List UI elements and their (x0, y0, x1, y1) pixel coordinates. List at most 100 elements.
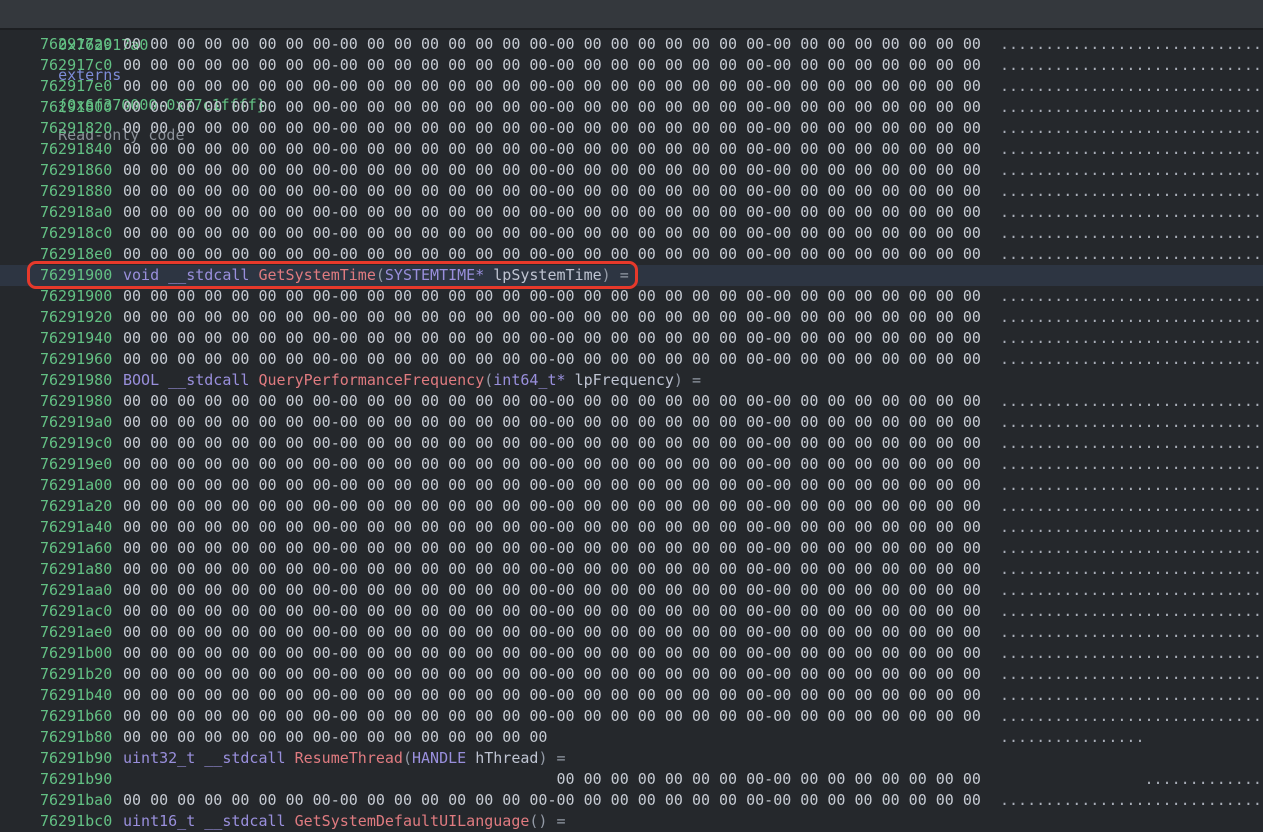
ascii-column: ................................ (1000, 580, 1263, 601)
hex-bytes: 00 00 00 00 00 00 00 00-00 00 00 00 00 0… (123, 454, 981, 475)
hex-row[interactable]: 76291b90 00 00 00 00 00 00 00 00-00 00 0… (0, 769, 1263, 790)
ascii-column: ................................ (1000, 433, 1263, 454)
signature-token-arg: hThread (475, 749, 538, 767)
ascii-column: ................................ (1000, 664, 1263, 685)
hex-row[interactable]: 7629186000 00 00 00 00 00 00 00-00 00 00… (0, 160, 1263, 181)
ascii-column: ................................ (1000, 34, 1263, 55)
function-signature-row[interactable]: 76291bc0uint16_t __stdcall GetSystemDefa… (0, 811, 1263, 832)
hex-row[interactable]: 762919c000 00 00 00 00 00 00 00-00 00 00… (0, 433, 1263, 454)
hex-row[interactable]: 762917e0 00 00 00 00 00 00 00 00-00 00 00… (0, 76, 1263, 97)
hex-bytes: 00 00 00 00 00 00 00 00-00 00 00 00 00 0… (123, 727, 547, 748)
function-signature: void __stdcall GetSystemTime(SYSTEMTIME*… (123, 265, 629, 286)
hex-row[interactable]: 76291a0000 00 00 00 00 00 00 00-00 00 00… (0, 475, 1263, 496)
row-address: 762917e0 (40, 76, 112, 97)
hex-row[interactable]: 76291ae000 00 00 00 00 00 00 00-00 00 00… (0, 622, 1263, 643)
signature-token-func: GetSystemTime (258, 266, 375, 284)
ascii-column: ................................ (1000, 706, 1263, 727)
hex-bytes-text: 00 00 00 00 00 00 00 00-00 00 00 00 00 0… (123, 413, 981, 431)
hex-bytes-text: 00 00 00 00 00 00 00 00-00 00 00 00 00 0… (123, 518, 981, 536)
hex-bytes-text: 00 00 00 00 00 00 00 00-00 00 00 00 00 0… (123, 98, 981, 116)
hex-row[interactable]: 76291ac000 00 00 00 00 00 00 00-00 00 00… (0, 601, 1263, 622)
signature-token-punct: = (620, 266, 629, 284)
signature-token-punct: ) (602, 266, 611, 284)
hex-bytes-text: 00 00 00 00 00 00 00 00-00 00 00 00 00 0… (123, 707, 981, 725)
function-signature-row[interactable]: 76291980BOOL __stdcall QueryPerformanceF… (0, 370, 1263, 391)
hex-bytes: 00 00 00 00 00 00 00 00-00 00 00 00 00 0… (123, 139, 981, 160)
row-address: 76291b40 (40, 685, 112, 706)
hex-row[interactable]: 76291aa000 00 00 00 00 00 00 00-00 00 00… (0, 580, 1263, 601)
ascii-column: ................................ (1000, 328, 1263, 349)
signature-token-type: int64_t* (493, 371, 565, 389)
ascii-column: ................ (1000, 727, 1145, 748)
signature-token-plain (547, 749, 556, 767)
function-signature: uint16_t __stdcall GetSystemDefaultUILan… (123, 811, 566, 832)
ascii-column: ................................ (1000, 643, 1263, 664)
hex-row[interactable]: 76291ba000 00 00 00 00 00 00 00-00 00 00… (0, 790, 1263, 811)
signature-token-func: GetSystemDefaultUILanguage (295, 812, 530, 830)
function-signature-row[interactable]: 76291900void __stdcall GetSystemTime(SYS… (0, 265, 1263, 286)
hex-bytes-text: 00 00 00 00 00 00 00 00-00 00 00 00 00 0… (123, 476, 981, 494)
ascii-column: ................................ (1000, 601, 1263, 622)
hex-row[interactable]: 76291a8000 00 00 00 00 00 00 00-00 00 00… (0, 559, 1263, 580)
hex-bytes-text: 00 00 00 00 00 00 00 00-00 00 00 00 00 0… (123, 392, 981, 410)
row-address: 76291b00 (40, 643, 112, 664)
hex-row[interactable]: 762919a000 00 00 00 00 00 00 00-00 00 00… (0, 412, 1263, 433)
signature-token-plain (466, 749, 475, 767)
signature-token-type: __stdcall (168, 266, 249, 284)
hex-row[interactable]: 76291a2000 00 00 00 00 00 00 00-00 00 00… (0, 496, 1263, 517)
signature-token-punct: ) (674, 371, 683, 389)
hex-row[interactable]: 76291a4000 00 00 00 00 00 00 00-00 00 00… (0, 517, 1263, 538)
hex-row[interactable]: 76291b6000 00 00 00 00 00 00 00-00 00 00… (0, 706, 1263, 727)
hex-bytes-text: 00 00 00 00 00 00 00 00-00 00 00 00 00 0… (123, 434, 981, 452)
hex-row[interactable]: 76291b8000 00 00 00 00 00 00 00-00 00 00… (0, 727, 1263, 748)
ascii-column: ................................ (1000, 244, 1263, 265)
row-address: 76291800 (40, 97, 112, 118)
hex-row[interactable]: 762918e000 00 00 00 00 00 00 00-00 00 00… (0, 244, 1263, 265)
hex-row[interactable]: 76291b2000 00 00 00 00 00 00 00-00 00 00… (0, 664, 1263, 685)
hex-row[interactable]: 762918a000 00 00 00 00 00 00 00-00 00 00… (0, 202, 1263, 223)
signature-token-punct: ( (376, 266, 385, 284)
hex-bytes-text: 00 00 00 00 00 00 00 00-00 00 00 00 00 0… (123, 224, 981, 242)
hex-row[interactable]: 76291b40 00 00 00 00 00 00 00 00-00 00 00… (0, 685, 1263, 706)
hex-row[interactable]: 76291b00 00 00 00 00 00 00 00 00-00 00 00… (0, 643, 1263, 664)
signature-token-type: void (123, 266, 159, 284)
hex-row[interactable]: 762919e000 00 00 00 00 00 00 00-00 00 00… (0, 454, 1263, 475)
hex-bytes-text: 00 00 00 00 00 00 00 00-00 00 00 00 00 0… (123, 455, 981, 473)
hex-row[interactable]: 76291800 00 00 00 00 00 00 00 00-00 00 00… (0, 97, 1263, 118)
hex-bytes-text: 00 00 00 00 00 00 00 00-00 00 00 00 00 0… (123, 329, 981, 347)
hex-bytes: 00 00 00 00 00 00 00 00-00 00 00 00 00 0… (123, 664, 981, 685)
signature-token-plain (195, 812, 204, 830)
ascii-column: ................................ (1000, 307, 1263, 328)
hex-bytes-text: 00 00 00 00 00 00 00 00-00 00 00 00 00 0… (123, 245, 981, 263)
signature-token-func: ResumeThread (295, 749, 403, 767)
hex-row[interactable]: 7629196000 00 00 00 00 00 00 00-00 00 00… (0, 349, 1263, 370)
hex-row[interactable]: 7629192000 00 00 00 00 00 00 00-00 00 00… (0, 307, 1263, 328)
hex-bytes: 00 00 00 00 00 00 00 00-00 00 00 00 00 0… (123, 328, 981, 349)
hex-bytes: 00 00 00 00 00 00 00 00-00 00 00 00 00 0… (123, 202, 981, 223)
function-signature: uint32_t __stdcall ResumeThread(HANDLE h… (123, 748, 566, 769)
hex-row[interactable]: 7629190000 00 00 00 00 00 00 00-00 00 00… (0, 286, 1263, 307)
hex-bytes-text: 00 00 00 00 00 00 00 00-00 00 00 00 00 0… (123, 623, 981, 641)
hex-bytes-text: 00 00 00 00 00 00 00 00-00 00 00 00 00 0… (123, 497, 981, 515)
hex-row[interactable]: 7629184000 00 00 00 00 00 00 00-00 00 00… (0, 139, 1263, 160)
hex-row[interactable]: 7629194000 00 00 00 00 00 00 00-00 00 00… (0, 328, 1263, 349)
hex-row[interactable]: 762918c000 00 00 00 00 00 00 00-00 00 00… (0, 223, 1263, 244)
hex-bytes: 00 00 00 00 00 00 00 00-00 00 00 00 00 0… (123, 412, 981, 433)
hex-row[interactable]: 7629188000 00 00 00 00 00 00 00-00 00 00… (0, 181, 1263, 202)
hex-row[interactable]: 762917c0 00 00 00 00 00 00 00 00-00 00 00… (0, 55, 1263, 76)
function-signature-row[interactable]: 76291b90uint32_t __stdcall ResumeThread(… (0, 748, 1263, 769)
hex-bytes: 00 00 00 00 00 00 00 00-00 00 00 00 00 0… (123, 643, 981, 664)
row-address: 76291980 (40, 391, 112, 412)
hex-bytes: 00 00 00 00 00 00 00 00-00 00 00 00 00 0… (123, 76, 981, 97)
signature-token-plain (159, 371, 168, 389)
hex-bytes: 00 00 00 00 00 00 00 00-00 00 00 00 00 0… (123, 685, 981, 706)
hex-bytes: 00 00 00 00 00 00 00 00-00 00 00 00 00 0… (123, 97, 981, 118)
hex-row[interactable]: 762917a000 00 00 00 00 00 00 00-00 00 00… (0, 34, 1263, 55)
hex-bytes: 00 00 00 00 00 00 00 00-00 00 00 00 00 0… (123, 55, 981, 76)
hex-row[interactable]: 7629182000 00 00 00 00 00 00 00-00 00 00… (0, 118, 1263, 139)
signature-token-type: HANDLE (412, 749, 466, 767)
signature-token-plain (195, 749, 204, 767)
hex-row[interactable]: 76291a6000 00 00 00 00 00 00 00-00 00 00… (0, 538, 1263, 559)
row-address: 762917c0 (40, 55, 112, 76)
hex-row[interactable]: 76291980 00 00 00 00 00 00 00 00-00 00 00… (0, 391, 1263, 412)
